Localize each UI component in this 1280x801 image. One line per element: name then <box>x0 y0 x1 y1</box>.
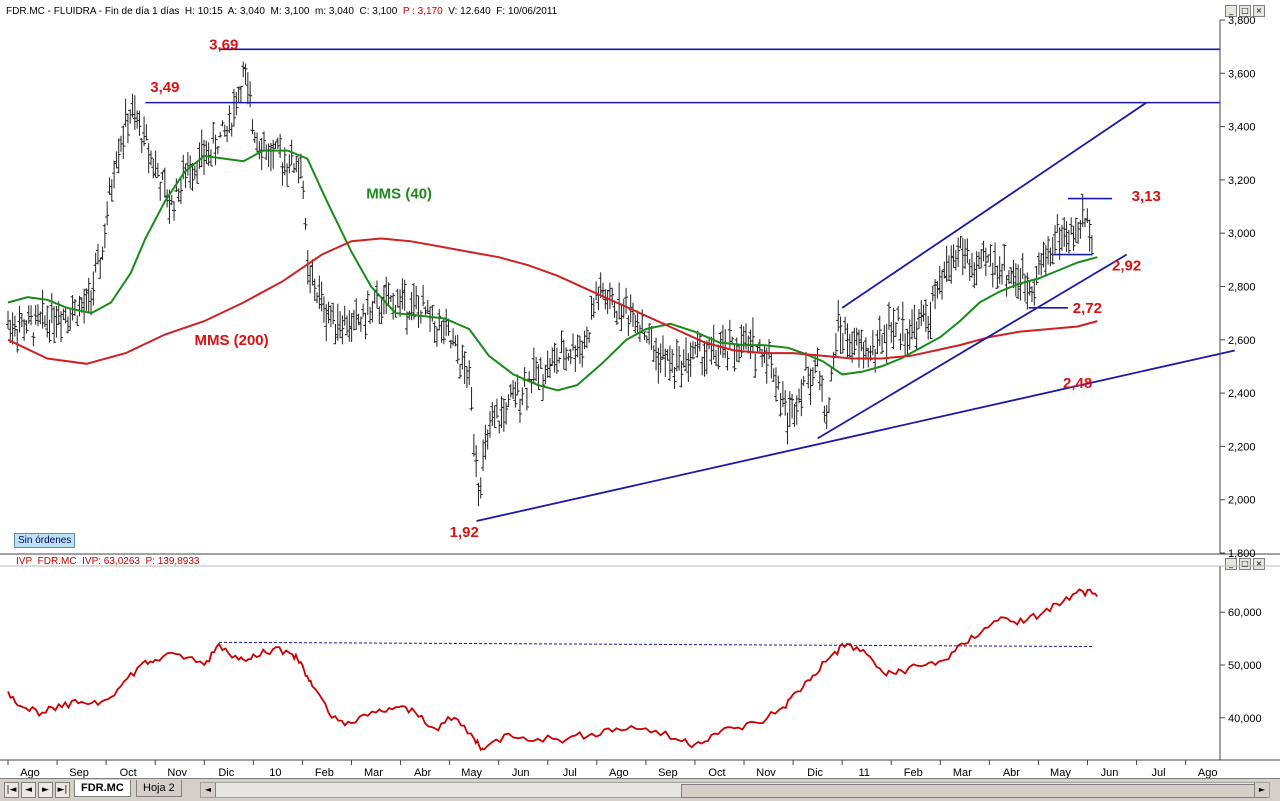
chart-annotation: 2,48 <box>1063 375 1092 392</box>
trendline <box>476 349 1235 522</box>
price-tick-label: 3,200 <box>1228 175 1256 187</box>
last-sheet-button[interactable]: ►| <box>55 782 70 798</box>
scroll-right-icon[interactable]: ► <box>1254 783 1269 797</box>
price-tick-label: 2,600 <box>1228 335 1256 347</box>
horizontal-scrollbar[interactable]: ◄ ► <box>200 782 1270 798</box>
price-tick-label: 3,000 <box>1228 228 1256 240</box>
scroll-thumb[interactable] <box>681 784 1267 798</box>
chart-annotation: 3,69 <box>209 36 238 53</box>
price-tick-label: 2,800 <box>1228 282 1256 294</box>
price-tick-label: 3,600 <box>1228 68 1256 80</box>
sheet-tab-bar: |◄ ◄ ► ►| FDR.MC Hoja 2 ◄ ► <box>0 778 1280 801</box>
price-tick-label: 2,000 <box>1228 495 1256 507</box>
chart-annotation: MMS (40) <box>366 186 432 203</box>
chart-annotation: 3,49 <box>150 79 179 96</box>
price-tick-label: 2,200 <box>1228 441 1256 453</box>
ivp-line <box>7 588 1098 752</box>
trendline <box>841 101 1147 309</box>
chart-window: FDR.MC - FLUIDRA - Fin de día 1 días H: … <box>0 0 1280 801</box>
chart-canvas[interactable]: 1,800 2,000 2,200 2,400 2,600 2,800 3,000 3,200… <box>0 0 1280 780</box>
price-tick-label: 3,400 <box>1228 122 1256 134</box>
chart-annotation: 3,13 <box>1132 188 1161 205</box>
status-badge[interactable]: Sin órdenes <box>14 533 76 548</box>
price-tick-label: 2,400 <box>1228 388 1256 400</box>
prev-sheet-button[interactable]: ◄ <box>21 782 36 798</box>
price-tick-label: 3,800 <box>1228 15 1256 27</box>
next-sheet-button[interactable]: ► <box>38 782 53 798</box>
chart-annotation: 2,72 <box>1073 300 1102 317</box>
tab-fdr-mc[interactable]: FDR.MC <box>74 780 131 797</box>
mms200-line <box>7 237 1098 365</box>
scroll-left-icon[interactable]: ◄ <box>201 783 216 797</box>
price-tick-label: 1,800 <box>1228 548 1256 560</box>
chart-annotation: MMS (200) <box>194 332 268 349</box>
ivp-tick-label: 50,000 <box>1228 660 1262 672</box>
tab-hoja-2[interactable]: Hoja 2 <box>136 780 182 797</box>
ivp-tick-label: 60,000 <box>1228 607 1262 619</box>
chart-annotation: 2,92 <box>1112 258 1141 275</box>
ivp-tick-label: 40,000 <box>1228 713 1262 725</box>
first-sheet-button[interactable]: |◄ <box>4 782 19 798</box>
chart-annotation: 1,92 <box>450 524 479 541</box>
